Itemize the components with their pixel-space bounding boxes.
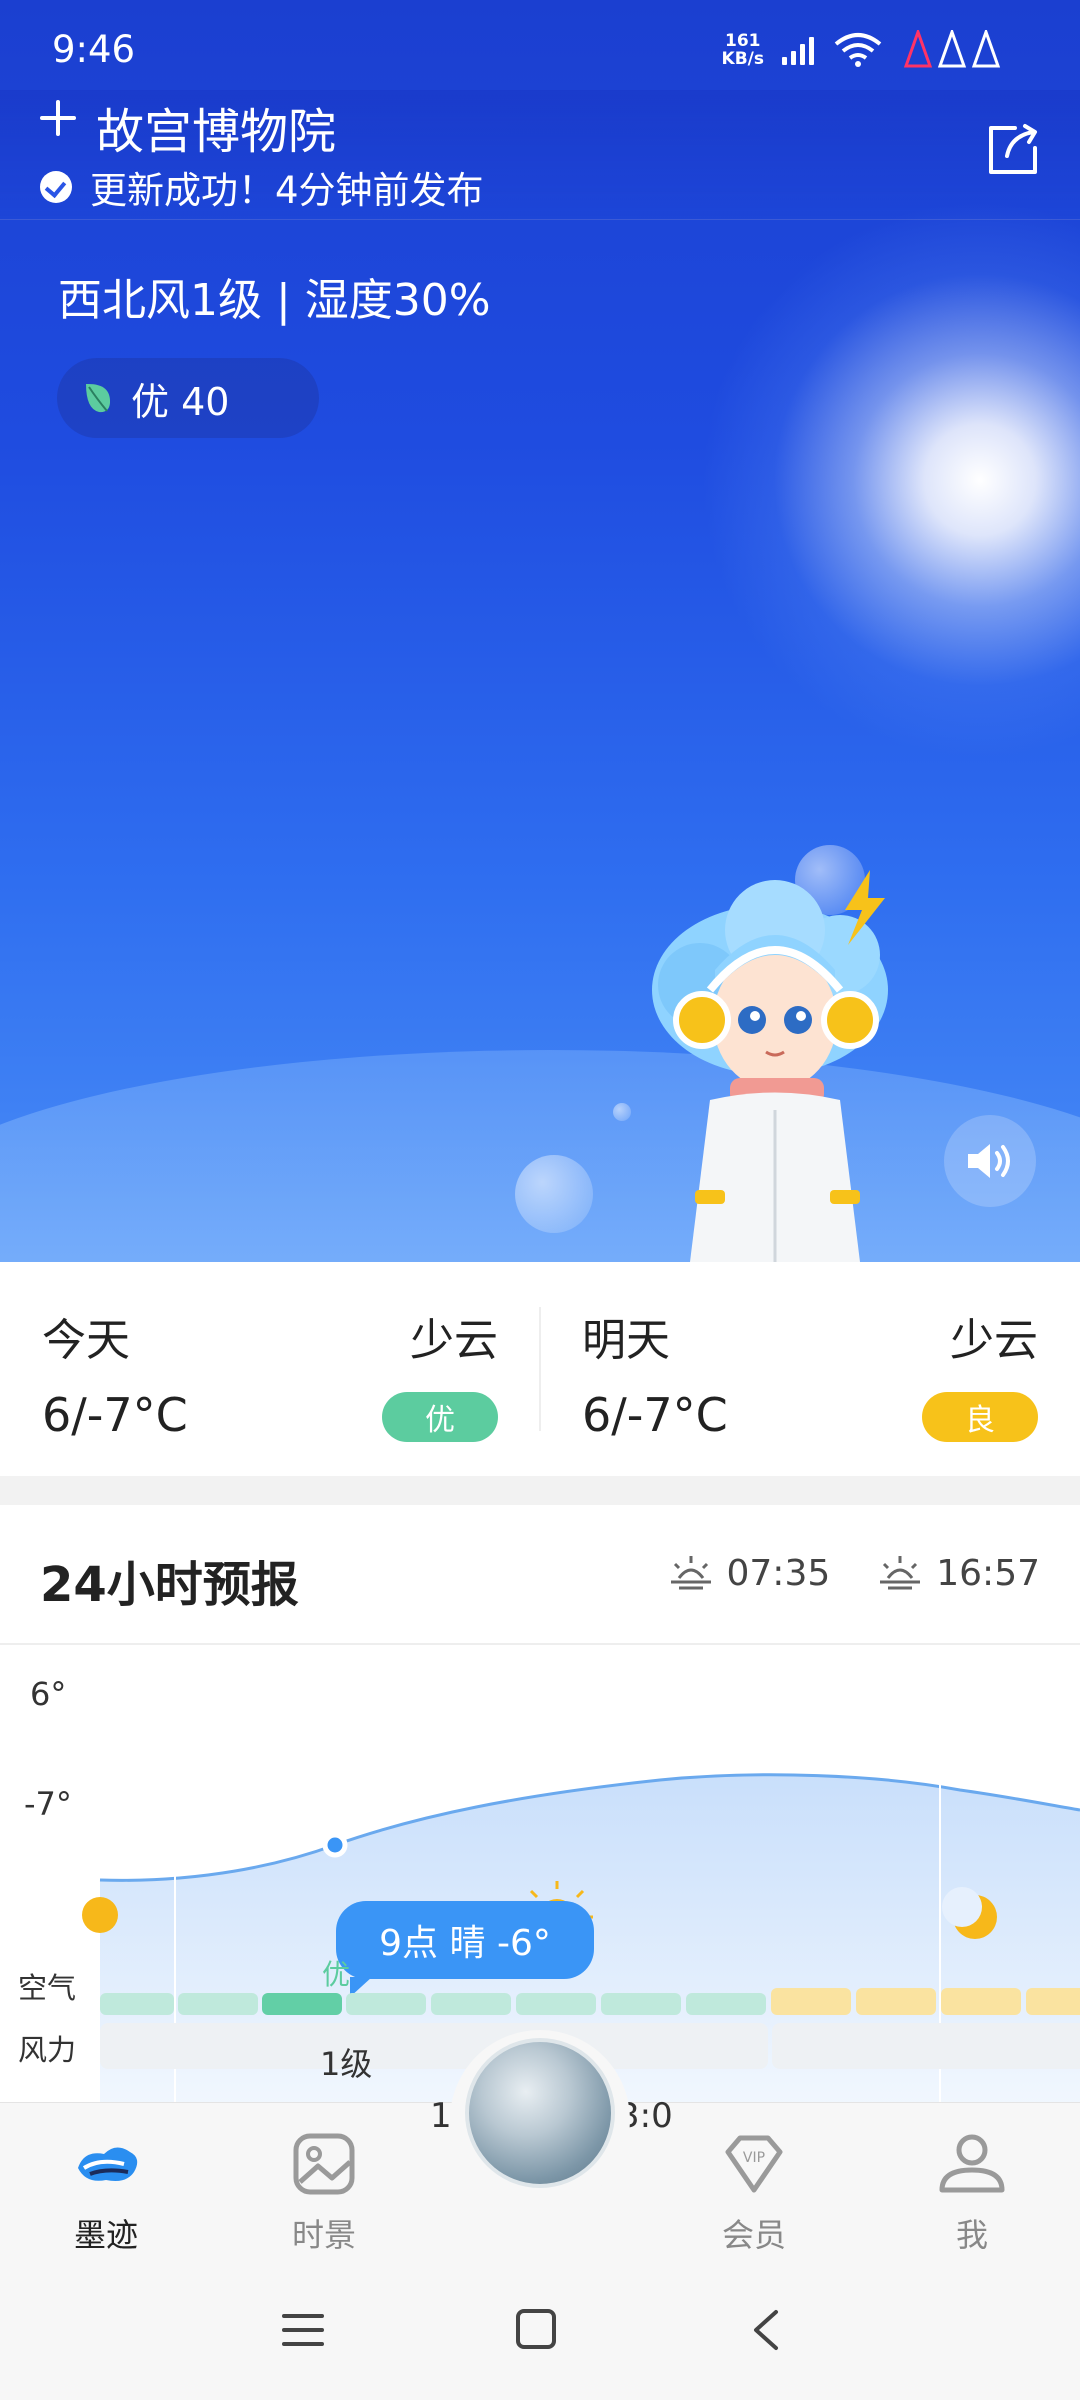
air-row-label: 空气 <box>18 1971 77 2005</box>
air-quality-cell <box>262 1993 342 2015</box>
day-name: 今天 <box>42 1315 130 1366</box>
day-tomorrow[interactable]: 明天 少云 6/-7°C 良 <box>540 1262 1080 1476</box>
back-icon[interactable] <box>750 2308 780 2352</box>
cellular-signal-icon <box>782 35 814 65</box>
day-today[interactable]: 今天 少云 6/-7°C 优 <box>0 1262 540 1476</box>
center-sky-button[interactable] <box>465 2038 615 2188</box>
status-bar: 9:46 161 KB/s <box>0 0 1080 95</box>
system-nav-bar <box>0 2270 1080 2400</box>
aqi-badge: 优 <box>382 1392 498 1442</box>
moji-logo-icon <box>78 2147 138 2181</box>
nav-item-scenery[interactable]: 时景 <box>254 2128 394 2256</box>
air-quality-cell <box>178 1993 258 2015</box>
sunset-time: 16:57 <box>936 1553 1040 1594</box>
day-name: 明天 <box>582 1315 670 1366</box>
forecast-title: 24小时预报 <box>40 1557 299 1613</box>
status-time: 9:46 <box>52 28 136 71</box>
speaker-icon <box>968 1144 1010 1178</box>
nav-item-moji[interactable]: 墨迹 <box>36 2128 176 2256</box>
wind-humidity: 西北风1级 | 湿度30% <box>58 275 491 326</box>
sunrise-time: 07:35 <box>726 1553 831 1594</box>
air-quality-cell <box>1026 1988 1080 2015</box>
sun-icon <box>82 1897 118 1933</box>
sunrise-icon <box>670 1555 711 1589</box>
day-temperature: 6/-7°C <box>42 1388 188 1442</box>
wind-cell <box>772 2023 1080 2069</box>
wifi-icon <box>834 33 882 67</box>
air-selected-label: 优 <box>322 1958 351 1991</box>
air-quality-cell <box>856 1988 936 2015</box>
wind-row-label: 风力 <box>18 2033 77 2067</box>
aqi-pill[interactable]: 优 40 <box>57 358 319 438</box>
temp-low-label: -7° <box>24 1785 72 1823</box>
selected-hour-dot <box>322 1832 348 1858</box>
air-quality-cell <box>100 1993 174 2015</box>
user-icon <box>939 2134 1005 2193</box>
svg-text:VIP: VIP <box>743 2150 765 2166</box>
add-city-icon[interactable] <box>40 100 76 136</box>
home-icon[interactable] <box>515 2308 557 2350</box>
day-condition: 少云 <box>410 1315 498 1366</box>
bubble-decoration <box>515 1155 593 1233</box>
wind-value: 1级 <box>320 2045 373 2083</box>
vip-icon: VIP <box>725 2135 783 2193</box>
share-icon[interactable] <box>985 122 1041 178</box>
sun-glow <box>700 200 1080 760</box>
air-quality-cell <box>686 1993 766 2015</box>
aqi-badge: 良 <box>922 1392 1038 1442</box>
picture-icon <box>293 2133 355 2195</box>
wind-cell <box>100 2023 768 2069</box>
network-speed: 161 KB/s <box>721 31 764 69</box>
day-temperature: 6/-7°C <box>582 1388 728 1442</box>
air-quality-cell <box>771 1988 851 2015</box>
tree-notification-icon <box>903 30 1001 68</box>
check-icon <box>40 171 72 203</box>
bubble-decoration <box>613 1103 631 1121</box>
update-status: 更新成功！4分钟前发布 <box>40 160 484 214</box>
air-quality-cell <box>346 1993 426 2015</box>
hour-tooltip: 9点 晴 -6° <box>336 1901 594 1997</box>
mascot-character[interactable] <box>640 860 920 1262</box>
nav-item-me[interactable]: 我 <box>902 2128 1042 2256</box>
hourly-forecast: 24小时预报 07:35 16:57 6° -7° 9点 晴 -6° 空气 优 … <box>0 1505 1080 2105</box>
air-quality-cell <box>941 1988 1021 2015</box>
air-quality-cell <box>601 1993 681 2015</box>
day-condition: 少云 <box>950 1315 1038 1366</box>
sound-button[interactable] <box>944 1115 1036 1207</box>
sunset-icon <box>880 1555 921 1589</box>
leaf-icon <box>86 383 111 413</box>
menu-icon[interactable] <box>282 2310 324 2350</box>
air-quality-cell <box>516 1993 596 2015</box>
daily-summary: 今天 少云 6/-7°C 优 明天 少云 6/-7°C 良 <box>0 1262 1080 1476</box>
temp-high-label: 6° <box>30 1675 67 1713</box>
nav-item-vip[interactable]: VIP 会员 <box>684 2128 824 2256</box>
sun-times: 07:35 16:57 <box>669 1553 1040 1594</box>
status-indicators: 161 KB/s <box>722 30 1002 70</box>
location-name[interactable]: 故宫博物院 <box>96 92 336 162</box>
air-quality-cell <box>431 1993 511 2015</box>
